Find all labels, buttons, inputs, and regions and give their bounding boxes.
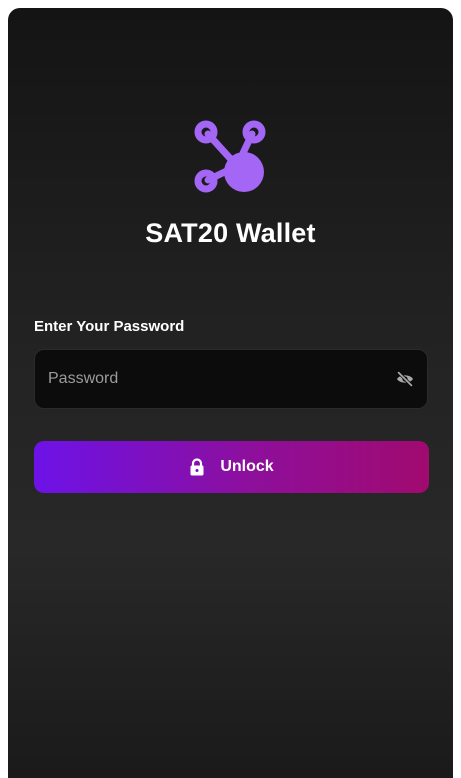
app-title: SAT20 Wallet xyxy=(145,218,316,248)
password-input[interactable] xyxy=(35,350,375,408)
password-field xyxy=(34,349,428,409)
wallet-window: SAT20 Wallet Enter Your Password Unlock xyxy=(8,8,453,778)
unlock-button[interactable]: Unlock xyxy=(34,441,429,493)
password-label: Enter Your Password xyxy=(34,318,185,335)
unlock-button-label: Unlock xyxy=(220,458,274,475)
sat20-logo-icon xyxy=(194,120,266,193)
eye-slash-icon[interactable] xyxy=(395,369,415,389)
lock-icon xyxy=(190,458,204,476)
